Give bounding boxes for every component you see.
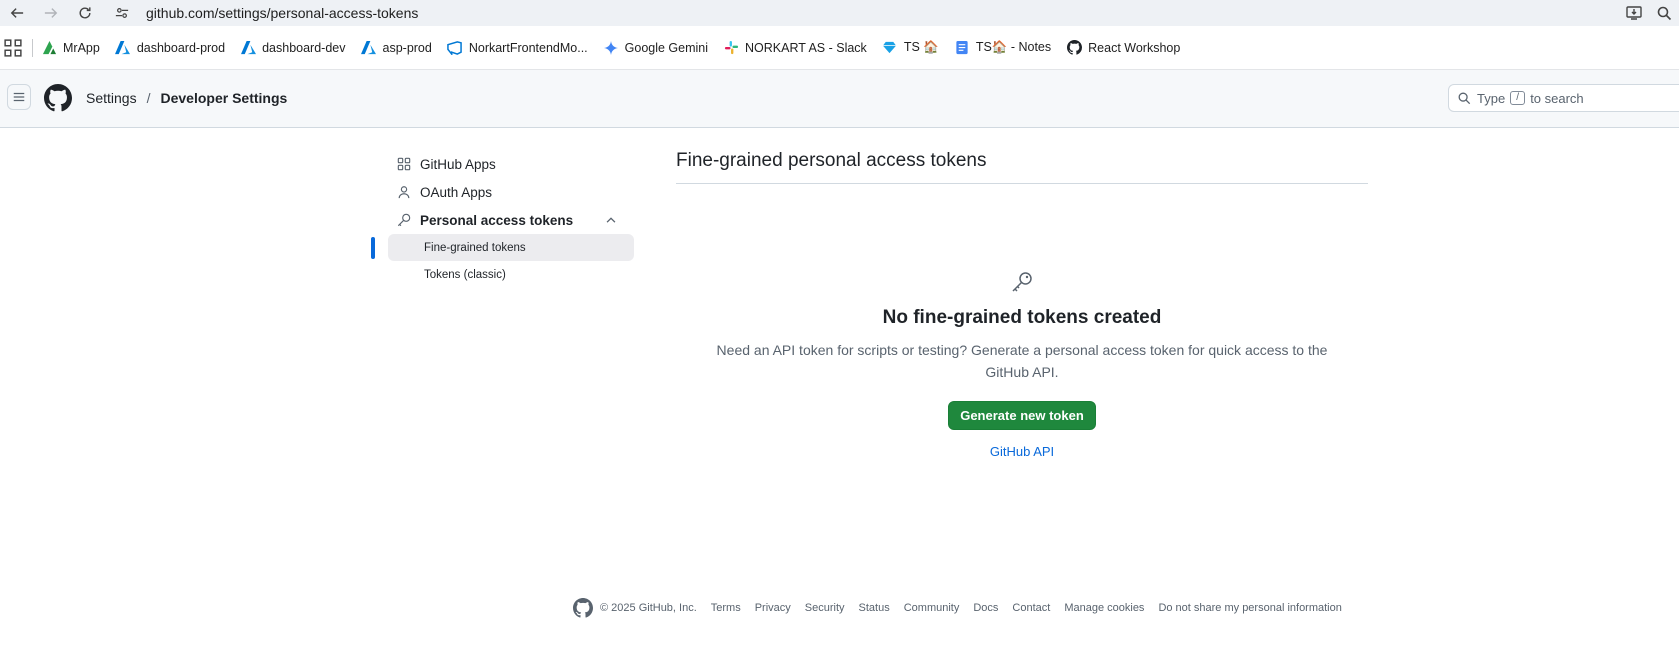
bookmark-item[interactable]: MrApp	[41, 40, 100, 56]
site-info-icon[interactable]	[112, 3, 132, 23]
bookmark-label: dashboard-prod	[136, 40, 226, 55]
github-footer-logo-icon[interactable]	[573, 598, 593, 618]
azure-icon	[240, 40, 256, 56]
back-button[interactable]	[0, 0, 34, 26]
bookmarks-divider	[32, 38, 33, 57]
bookmark-label: NorkartFrontendMo...	[468, 40, 588, 55]
back-arrow-icon	[10, 8, 24, 18]
search-key-hint: /	[1510, 91, 1526, 105]
search-suffix: to search	[1530, 90, 1584, 106]
mrapp-icon	[41, 40, 57, 56]
bookmark-item[interactable]: dashboard-dev	[240, 40, 346, 56]
search-input[interactable]: Type / to search	[1448, 84, 1679, 112]
install-app-icon[interactable]	[1619, 0, 1649, 26]
bookmark-item[interactable]: TS🏠 - Notes	[954, 40, 1051, 56]
key-icon	[396, 212, 412, 228]
bookmark-item[interactable]: dashboard-prod	[115, 40, 225, 56]
footer-link[interactable]: Do not share my personal information	[1158, 602, 1341, 614]
bookmark-item[interactable]: React Workshop	[1066, 40, 1180, 56]
apps-icon	[396, 156, 412, 172]
sidebar-item-label: OAuth Apps	[420, 184, 493, 200]
footer-link[interactable]: Contact	[1012, 602, 1050, 614]
azure-icon	[361, 40, 377, 56]
bookmark-label: TS🏠 - Notes	[975, 40, 1052, 54]
bookmark-item[interactable]: NorkartFrontendMo...	[447, 40, 588, 56]
apps-grid-icon[interactable]	[4, 38, 22, 57]
forward-arrow-icon	[44, 8, 58, 18]
active-indicator	[371, 237, 375, 259]
sidebar-item-label: GitHub Apps	[420, 156, 496, 172]
breadcrumb-developer-settings[interactable]: Developer Settings	[160, 90, 287, 106]
azure-icon	[115, 40, 131, 56]
footer-copyright: © 2025 GitHub, Inc.	[600, 602, 697, 614]
hamburger-icon	[13, 92, 25, 102]
forward-button[interactable]	[34, 0, 68, 26]
gemini-icon	[603, 40, 619, 56]
blankslate-description: Need an API token for scripts or testing…	[716, 342, 1328, 380]
footer-link[interactable]: Privacy	[755, 602, 791, 614]
footer-link[interactable]: Community	[904, 602, 960, 614]
bookmark-item[interactable]: TS 🏠	[882, 40, 939, 56]
bookmark-label: asp-prod	[382, 40, 432, 55]
reload-icon	[79, 7, 91, 19]
menu-button[interactable]	[7, 84, 31, 110]
sidebar-subitem-tokens-classic[interactable]: Tokens (classic)	[388, 261, 634, 288]
main-content: Fine-grained personal access tokens No f…	[676, 150, 1368, 459]
sidebar-item-personal-access-tokens[interactable]: Personal access tokens	[382, 206, 634, 234]
chevron-up-icon[interactable]	[604, 213, 618, 227]
footer-link[interactable]: Security	[805, 602, 845, 614]
blankslate-heading: No fine-grained tokens created	[882, 307, 1162, 328]
sidebar-item-oauth-apps[interactable]: OAuth Apps	[382, 178, 634, 206]
bookmark-label: NORKART AS - Slack	[745, 40, 867, 55]
gem-icon	[882, 40, 898, 56]
breadcrumb: Settings / Developer Settings	[86, 90, 287, 106]
bookmark-item[interactable]: Google Gemini	[603, 40, 708, 56]
github-header: Settings / Developer Settings Type / to …	[0, 70, 1679, 128]
sidebar-item-label: Personal access tokens	[420, 212, 574, 228]
footer-link[interactable]: Docs	[973, 602, 998, 614]
bookmark-item[interactable]: asp-prod	[361, 40, 432, 56]
person-icon	[396, 184, 412, 200]
bookmarks-bar: MrApp dashboard-prod dashboard-dev asp-prod…	[0, 26, 1679, 70]
reload-button[interactable]	[68, 0, 102, 26]
github-icon	[1066, 40, 1082, 56]
sidebar-subitem-fine-grained-tokens[interactable]: Fine-grained tokens	[371, 234, 634, 261]
page-title: Fine-grained personal access tokens	[676, 150, 1368, 184]
azure-devops-icon	[447, 40, 463, 56]
github-logo-icon[interactable]	[44, 84, 72, 112]
breadcrumb-settings[interactable]: Settings	[86, 90, 137, 106]
bookmark-label: TS 🏠	[903, 40, 939, 54]
browser-address-bar: github.com/settings/personal-access-toke…	[0, 0, 1679, 26]
footer-link[interactable]: Terms	[711, 602, 741, 614]
search-icon	[1458, 92, 1471, 105]
bookmark-label: Google Gemini	[624, 40, 709, 55]
slack-icon	[723, 40, 739, 56]
bookmark-label: dashboard-dev	[262, 40, 346, 55]
generate-new-token-button[interactable]: Generate new token	[948, 401, 1096, 430]
github-api-link[interactable]: GitHub API	[676, 444, 1368, 459]
footer-link[interactable]: Status	[859, 602, 890, 614]
breadcrumb-separator: /	[146, 90, 151, 106]
footer-link[interactable]: Manage cookies	[1064, 602, 1144, 614]
sidebar-item-github-apps[interactable]: GitHub Apps	[382, 150, 634, 178]
sidebar-subitem-label: Fine-grained tokens	[424, 241, 526, 254]
settings-sidebar: GitHub Apps OAuth Apps Personal access t…	[371, 150, 634, 288]
bookmark-item[interactable]: NORKART AS - Slack	[723, 40, 867, 56]
notes-icon	[954, 40, 970, 56]
url-field[interactable]: github.com/settings/personal-access-toke…	[112, 2, 418, 24]
key-icon	[1012, 272, 1032, 292]
sidebar-subitem-label: Tokens (classic)	[424, 268, 506, 281]
bookmark-label: MrApp	[63, 40, 100, 55]
footer: © 2025 GitHub, Inc. Terms Privacy Security…	[573, 597, 1342, 619]
zoom-icon[interactable]	[1649, 0, 1679, 26]
search-prefix: Type	[1477, 90, 1506, 106]
url-text[interactable]: github.com/settings/personal-access-toke…	[146, 5, 418, 21]
blankslate: No fine-grained tokens created Need an A…	[676, 270, 1368, 459]
bookmark-label: React Workshop	[1088, 40, 1181, 55]
